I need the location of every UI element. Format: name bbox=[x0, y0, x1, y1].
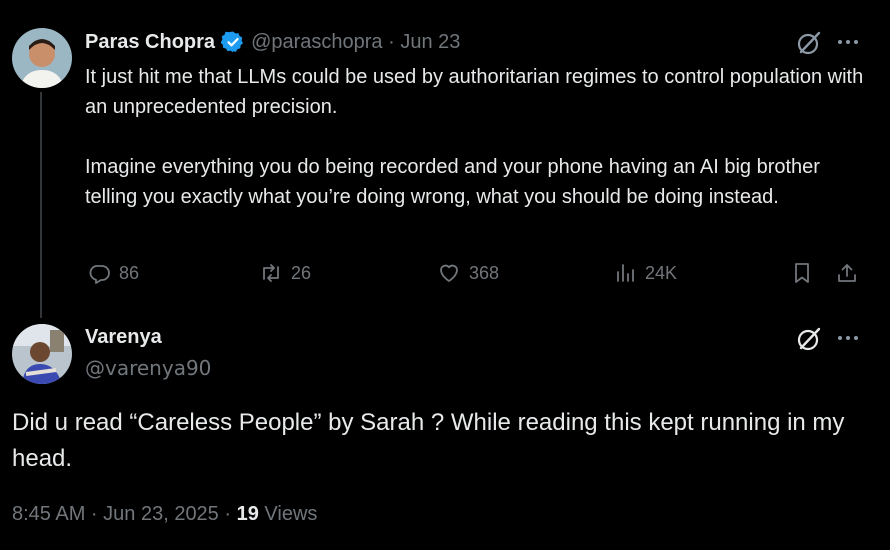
share-icon bbox=[838, 264, 856, 282]
thread-connector bbox=[40, 92, 42, 318]
tweet-actions: 86 26 368 24K bbox=[85, 258, 865, 288]
share-button[interactable] bbox=[835, 258, 859, 288]
reply-author-handle[interactable]: @varenya90 bbox=[85, 356, 211, 380]
reply-views-label: Views bbox=[258, 503, 318, 525]
repost-icon bbox=[263, 264, 279, 282]
reply-author-name[interactable]: Varenya bbox=[85, 326, 162, 348]
repost-button[interactable]: 26 bbox=[259, 258, 311, 288]
author-handle[interactable]: @paraschopra bbox=[251, 31, 382, 54]
grok-icon[interactable] bbox=[796, 326, 822, 352]
views-icon bbox=[617, 264, 634, 282]
views-button[interactable]: 24K bbox=[613, 258, 677, 288]
tweet-text-content: It just hit me that LLMs could be used b… bbox=[85, 66, 864, 208]
varenya-avatar[interactable] bbox=[12, 324, 72, 384]
verified-badge-icon bbox=[220, 30, 245, 54]
bookmark-icon bbox=[795, 263, 809, 283]
tweet-header: Paras Chopra @paraschopra · Jun 23 bbox=[85, 30, 460, 54]
reply-author-name-wrap: Varenya bbox=[85, 326, 162, 349]
paras-avatar[interactable] bbox=[12, 28, 72, 88]
more-icon[interactable] bbox=[836, 328, 860, 348]
repost-count: 26 bbox=[291, 262, 312, 283]
like-count: 368 bbox=[469, 262, 500, 283]
reply-button[interactable]: 86 bbox=[87, 258, 139, 288]
author-name[interactable]: Paras Chopra bbox=[85, 31, 215, 54]
reply-text: Did u read “Careless People” by Sarah ? … bbox=[12, 409, 845, 472]
reply-views-count: 19 bbox=[236, 503, 259, 525]
views-count: 24K bbox=[645, 262, 678, 283]
reply-timestamp[interactable]: 8:45 AM · Jun 23, 2025 · bbox=[12, 503, 237, 525]
reply-meta: 8:45 AM · Jun 23, 2025 · 19 Views bbox=[12, 503, 317, 526]
like-icon bbox=[440, 264, 458, 282]
grok-icon[interactable] bbox=[796, 30, 822, 56]
separator: · bbox=[382, 30, 401, 53]
tweet-text: It just hit me that LLMs could be used b… bbox=[85, 62, 865, 212]
like-button[interactable]: 368 bbox=[437, 258, 499, 288]
tweet-date[interactable]: Jun 23 bbox=[400, 31, 460, 54]
reply-icon bbox=[89, 265, 110, 284]
reply-count: 86 bbox=[119, 262, 140, 283]
bookmark-button[interactable] bbox=[790, 258, 814, 288]
more-icon[interactable] bbox=[836, 32, 860, 52]
